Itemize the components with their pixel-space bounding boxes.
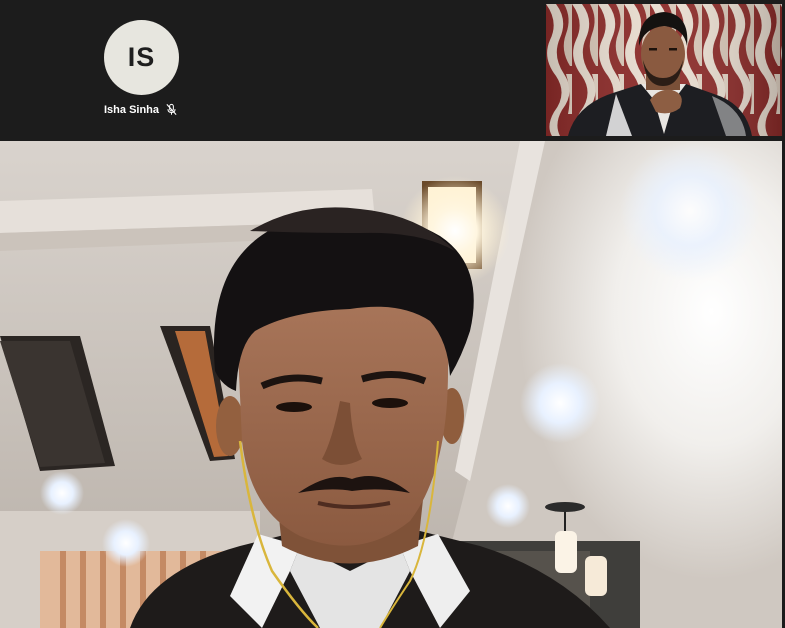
participant-video-thumbnail[interactable] [546,4,782,136]
avatar-initials: IS [127,42,156,72]
avatar: IS [104,20,179,95]
thumbnail-video-frame [546,4,782,136]
participant-tile-isha-sinha[interactable]: IS Isha Sinha [0,0,285,140]
microphone-muted-icon [166,103,177,115]
meeting-window: IS Isha Sinha [0,0,785,628]
participant-strip: IS Isha Sinha [0,0,785,140]
participant-name: Isha Sinha [104,103,160,116]
main-speaker-video[interactable] [0,141,782,628]
participant-name-row: Isha Sinha [104,103,178,116]
main-video-frame [0,141,782,628]
